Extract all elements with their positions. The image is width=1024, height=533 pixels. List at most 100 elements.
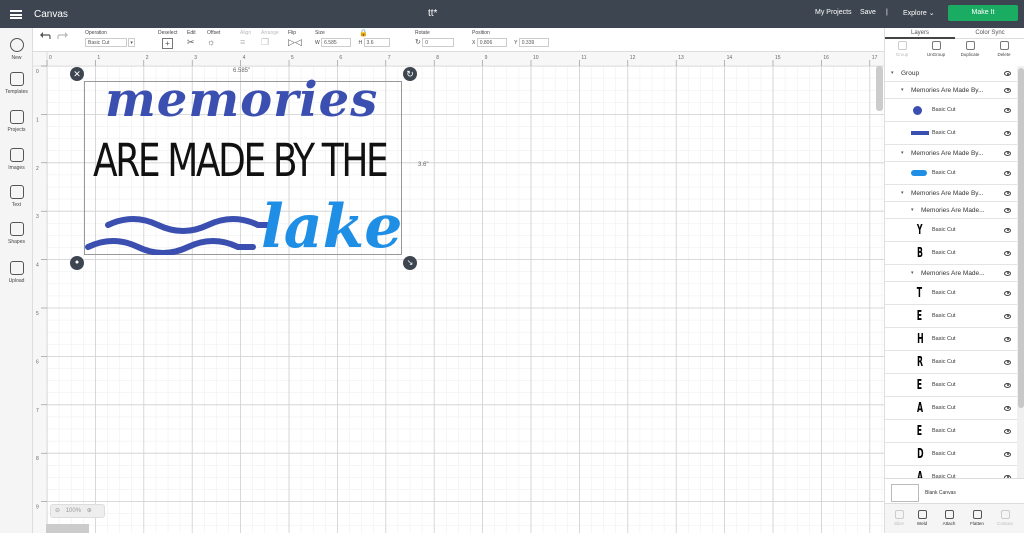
operation-color-select[interactable]: ▾ xyxy=(128,38,136,47)
close-icon[interactable]: ✕ xyxy=(70,67,84,81)
layer-subgroup[interactable]: ▾ Memories Are Made By... xyxy=(885,82,1017,99)
eye-icon[interactable] xyxy=(1004,359,1011,365)
blank-canvas-row[interactable]: Blank Canvas xyxy=(885,478,1024,503)
offset-icon[interactable]: ☼ xyxy=(207,37,220,47)
eye-icon[interactable] xyxy=(1004,190,1011,196)
menu-icon[interactable] xyxy=(10,9,22,19)
layer-item[interactable]: Basic Cut xyxy=(885,99,1017,122)
duplicate-button[interactable]: Duplicate xyxy=(955,41,985,57)
sidebar-item-projects[interactable]: Projects xyxy=(0,110,33,133)
layer-subgroup[interactable]: ▾ Memories Are Made... xyxy=(885,202,1017,219)
vertical-scrollbar[interactable] xyxy=(876,66,883,111)
layer-item[interactable]: Basic Cut xyxy=(885,122,1017,145)
slice-button[interactable]: Slice xyxy=(887,510,911,526)
blank-canvas-swatch[interactable] xyxy=(891,484,919,502)
arrange-icon[interactable]: ❐ xyxy=(261,37,279,48)
flip-icon[interactable]: ▷◁ xyxy=(288,37,302,48)
explore-menu[interactable]: Explore ⌄ xyxy=(903,9,935,17)
redo-icon[interactable] xyxy=(57,31,69,42)
layer-item[interactable]: R Basic Cut xyxy=(885,351,1017,374)
zoom-in-button[interactable]: ⊕ xyxy=(87,508,92,514)
my-projects-link[interactable]: My Projects xyxy=(815,9,852,16)
lock-icon[interactable]: 🔒 xyxy=(359,29,368,37)
tab-layers[interactable]: Layers xyxy=(885,28,955,39)
make-it-button[interactable]: Make It xyxy=(948,5,1018,21)
resize-handle-icon[interactable]: ↘ xyxy=(403,256,417,270)
delete-button[interactable]: Delete xyxy=(989,41,1019,57)
layer-item[interactable]: T Basic Cut xyxy=(885,282,1017,305)
rotate-input[interactable]: 0 xyxy=(422,38,455,47)
layers-scrollbar-thumb[interactable] xyxy=(1018,68,1024,408)
sidebar-item-label: Projects xyxy=(7,127,26,133)
caret-down-icon[interactable]: ▾ xyxy=(901,87,904,93)
caret-down-icon[interactable]: ▾ xyxy=(891,70,894,76)
flatten-button[interactable]: Flatten xyxy=(965,510,989,526)
eye-icon[interactable] xyxy=(1004,107,1011,113)
attach-button[interactable]: Attach xyxy=(937,510,961,526)
group-button[interactable]: Group xyxy=(887,41,917,57)
sidebar-item-upload[interactable]: Upload xyxy=(0,261,33,284)
rotate-handle-icon[interactable]: ↻ xyxy=(403,67,417,81)
layer-subgroup[interactable]: ▾ Memories Are Made By... xyxy=(885,185,1017,202)
sidebar-item-shapes[interactable]: Shapes xyxy=(0,222,33,245)
sidebar-item-text[interactable]: Text xyxy=(0,185,33,208)
eye-icon[interactable] xyxy=(1004,250,1011,256)
sidebar-item-new[interactable]: New xyxy=(0,38,33,61)
align-icon[interactable]: ≡ xyxy=(240,37,251,47)
layer-name: Basic Cut xyxy=(932,428,956,434)
eye-icon[interactable] xyxy=(1004,382,1011,388)
eye-icon[interactable] xyxy=(1004,405,1011,411)
width-input[interactable]: 6.585 xyxy=(321,38,352,47)
layer-item[interactable]: E Basic Cut xyxy=(885,374,1017,397)
layer-item[interactable]: D Basic Cut xyxy=(885,443,1017,466)
sidebar-item-images[interactable]: Images xyxy=(0,148,33,171)
contour-button[interactable]: Contour xyxy=(993,510,1017,526)
layers-scrollbar[interactable] xyxy=(1017,66,1024,506)
weld-button[interactable]: Weld xyxy=(910,510,934,526)
eye-icon[interactable] xyxy=(1004,207,1011,213)
eye-icon[interactable] xyxy=(1004,336,1011,342)
eye-icon[interactable] xyxy=(1004,227,1011,233)
height-input[interactable]: 3.6 xyxy=(363,38,390,47)
eye-icon[interactable] xyxy=(1004,150,1011,156)
lock-handle-icon[interactable]: ● xyxy=(70,256,84,270)
operation-select[interactable]: Basic Cut xyxy=(85,38,127,47)
explore-label: Explore xyxy=(903,10,927,17)
layer-subgroup[interactable]: ▾ Memories Are Made By... xyxy=(885,145,1017,162)
x-input[interactable]: 0.806 xyxy=(476,38,507,47)
layer-item[interactable]: A Basic Cut xyxy=(885,397,1017,420)
layer-group[interactable]: ▾ Group xyxy=(885,66,1017,82)
save-button[interactable]: Save xyxy=(860,9,876,16)
eye-icon[interactable] xyxy=(1004,170,1011,176)
caret-down-icon[interactable]: ▾ xyxy=(901,190,904,196)
design-canvas[interactable]: 0 1 2 3 4 5 6 7 8 9 10 11 12 13 14 15 16 17 0 1 2 3 4 5 6 7 8 9 6.5… xyxy=(33,52,884,533)
eye-icon[interactable] xyxy=(1004,87,1011,93)
layer-item[interactable]: H Basic Cut xyxy=(885,328,1017,351)
horizontal-scrollbar[interactable] xyxy=(46,524,89,533)
size-label: Size xyxy=(315,30,325,36)
sidebar-item-templates[interactable]: Templates xyxy=(0,72,33,95)
layer-item[interactable]: Y Basic Cut xyxy=(885,219,1017,242)
eye-icon[interactable] xyxy=(1004,428,1011,434)
layer-item[interactable]: B Basic Cut xyxy=(885,242,1017,265)
undo-icon[interactable] xyxy=(39,31,51,42)
caret-down-icon[interactable]: ▾ xyxy=(911,207,914,213)
eye-icon[interactable] xyxy=(1004,71,1011,76)
eye-icon[interactable] xyxy=(1004,130,1011,136)
layer-subgroup[interactable]: ▾ Memories Are Made... xyxy=(885,265,1017,282)
eye-icon[interactable] xyxy=(1004,451,1011,457)
ungroup-button[interactable]: UnGroup xyxy=(921,41,951,57)
layer-item[interactable]: E Basic Cut xyxy=(885,305,1017,328)
layer-item[interactable]: Basic Cut xyxy=(885,162,1017,185)
eye-icon[interactable] xyxy=(1004,270,1011,276)
eye-icon[interactable] xyxy=(1004,290,1011,296)
deselect-icon[interactable]: + xyxy=(162,38,173,49)
eye-icon[interactable] xyxy=(1004,313,1011,319)
zoom-out-button[interactable]: ⊖ xyxy=(55,508,60,514)
layer-item[interactable]: E Basic Cut xyxy=(885,420,1017,443)
y-input[interactable]: 0.339 xyxy=(518,38,549,47)
tab-color-sync[interactable]: Color Sync xyxy=(955,28,1024,39)
caret-down-icon[interactable]: ▾ xyxy=(911,270,914,276)
caret-down-icon[interactable]: ▾ xyxy=(901,150,904,156)
scissors-icon[interactable]: ✂ xyxy=(187,37,196,48)
